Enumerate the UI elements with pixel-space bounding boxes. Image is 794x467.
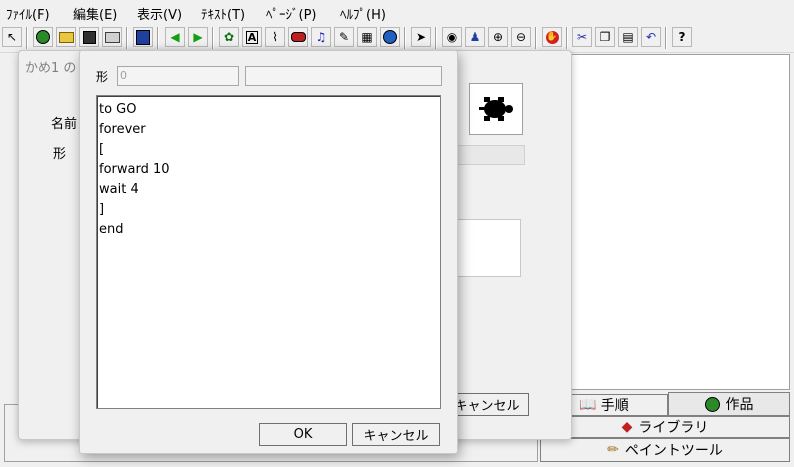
- select-tool-icon[interactable]: ↖: [2, 27, 22, 47]
- toolbar-separator: [126, 27, 128, 49]
- tab-library[interactable]: ◆ ライブラリ: [540, 416, 790, 438]
- eye-icon[interactable]: ◉: [442, 27, 462, 47]
- net-globe-icon[interactable]: [380, 27, 400, 47]
- tab-projects[interactable]: 作品: [668, 392, 790, 416]
- turtle-icon[interactable]: ✿: [219, 27, 239, 47]
- toolbar-separator: [535, 27, 537, 49]
- cancel-button[interactable]: キャンセル: [352, 423, 440, 446]
- code-line: end: [99, 222, 124, 237]
- copy-icon[interactable]: ❐: [595, 27, 615, 47]
- dialog-title: かめ1 の: [25, 61, 77, 76]
- menu-help[interactable]: ﾍﾙﾌﾟ(H): [340, 4, 386, 23]
- print-icon[interactable]: [102, 27, 122, 47]
- menu-view[interactable]: 表示(V): [137, 4, 182, 23]
- ok-button[interactable]: OK: [259, 423, 347, 446]
- tab-projects-label: 作品: [725, 397, 754, 413]
- shapes-icon: ◆: [621, 419, 633, 435]
- menu-text[interactable]: ﾃｷｽﾄ(T): [201, 4, 245, 23]
- page-canvas[interactable]: [570, 54, 790, 390]
- zoom-in-icon[interactable]: ⊕: [488, 27, 508, 47]
- text-box-icon[interactable]: A: [242, 27, 262, 47]
- stamp-icon[interactable]: ♟: [465, 27, 485, 47]
- procedure-editor-dialog: 形 0 to GO forever [ forward 10 wait 4 ] …: [79, 50, 458, 454]
- book-icon: 📖: [579, 397, 597, 413]
- music-note-icon[interactable]: ♫: [311, 27, 331, 47]
- tab-library-label: ライブラリ: [638, 420, 709, 436]
- shape-number-field[interactable]: 0: [117, 66, 239, 86]
- code-line: [: [99, 142, 105, 157]
- back-cancel-label: キャンセル: [454, 399, 520, 414]
- toolbar-separator: [566, 27, 568, 49]
- stop-hand-icon[interactable]: ✋: [542, 27, 562, 47]
- forward-arrow-icon[interactable]: ▶: [188, 27, 208, 47]
- code-line: ]: [99, 202, 105, 217]
- projector-icon[interactable]: ▦: [357, 27, 377, 47]
- pen-icon[interactable]: ✎: [334, 27, 354, 47]
- back-arrow-icon[interactable]: ◀: [165, 27, 185, 47]
- toolbar-separator: [157, 27, 159, 49]
- tab-procedures-label: 手順: [600, 398, 629, 414]
- paint-brush-icon: ✏: [607, 442, 619, 458]
- procedure-code-editor[interactable]: to GO forever [ forward 10 wait 4 ] end: [96, 95, 441, 409]
- toolbar-separator: [26, 27, 28, 49]
- tab-paint-tool[interactable]: ✏ ペイントツール: [540, 438, 790, 462]
- shape-label: 形: [53, 147, 67, 162]
- globe-icon[interactable]: [33, 27, 53, 47]
- turtle-icon: [479, 97, 513, 121]
- menu-file[interactable]: ﾌｧｲﾙ(F): [6, 4, 50, 23]
- toolbar: ↖ ◀ ▶ ✿ A ⌇ ♫ ✎ ▦ ➤ ◉ ♟ ⊕ ⊖ ✋ ✂ ❐ ▤ ↶ ?: [0, 24, 794, 53]
- code-line: forever: [99, 122, 146, 137]
- code-line: to GO: [99, 102, 137, 117]
- menu-page[interactable]: ﾍﾟｰｼﾞ(P): [266, 4, 316, 23]
- code-line: forward 10: [99, 162, 170, 177]
- name-label: 名前: [51, 117, 78, 132]
- toolbar-separator: [435, 27, 437, 49]
- zoom-out-icon[interactable]: ⊖: [511, 27, 531, 47]
- globe-icon: [704, 396, 720, 412]
- record-icon[interactable]: [288, 27, 308, 47]
- scissors-icon[interactable]: ✂: [572, 27, 592, 47]
- menu-bar: ﾌｧｲﾙ(F) 編集(E) 表示(V) ﾃｷｽﾄ(T) ﾍﾟｰｼﾞ(P) ﾍﾙﾌ…: [0, 0, 794, 24]
- shape-number-value: 0: [120, 69, 127, 82]
- toolbar-separator: [212, 27, 214, 49]
- tab-paint-tool-label: ペイントツール: [624, 443, 723, 459]
- toolbar-separator: [404, 27, 406, 49]
- shape-name-field[interactable]: [245, 66, 442, 86]
- paste-icon[interactable]: ▤: [618, 27, 638, 47]
- undo-icon[interactable]: ↶: [641, 27, 661, 47]
- pointer-icon[interactable]: ➤: [411, 27, 431, 47]
- code-line: wait 4: [99, 182, 139, 197]
- save-icon[interactable]: [79, 27, 99, 47]
- help-icon[interactable]: ?: [672, 27, 692, 47]
- shape-label: 形: [96, 70, 109, 84]
- paint-brush-icon[interactable]: ⌇: [265, 27, 285, 47]
- turtle-shape-preview[interactable]: [469, 83, 523, 135]
- menu-edit[interactable]: 編集(E): [73, 4, 117, 23]
- open-folder-icon[interactable]: [56, 27, 76, 47]
- toolbar-separator: [665, 27, 667, 49]
- page-view-icon[interactable]: [133, 27, 153, 47]
